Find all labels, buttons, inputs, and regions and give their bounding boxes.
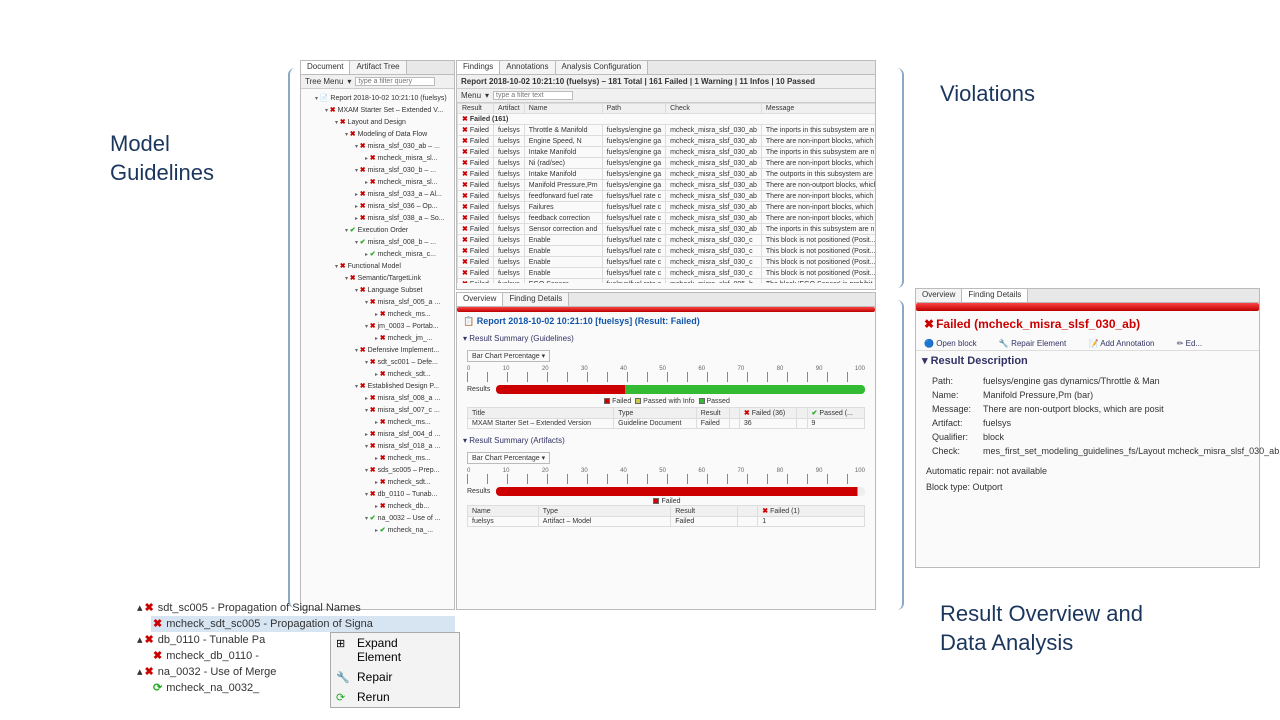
table-row[interactable]: ✖FailedfuelsysEnablefuelsys/fuel rate cm… bbox=[458, 246, 876, 257]
bar-chart-select-2[interactable]: Bar Chart Percentage ▾ bbox=[467, 452, 550, 464]
details-redbar bbox=[916, 303, 1259, 311]
report-title: 📋 Report 2018-10-02 10:21:10 [fuelsys] (… bbox=[457, 312, 875, 331]
details-tab-finding[interactable]: Finding Details bbox=[962, 289, 1028, 302]
table-row[interactable]: ✖FailedfuelsysNi (rad/sec)fuelsys/engine… bbox=[458, 158, 876, 169]
tree-body[interactable]: 📄Report 2018-10-02 10:21:10 (fuelsys) ✖M… bbox=[301, 89, 454, 541]
open-block-link[interactable]: 🔵 Open block bbox=[924, 339, 987, 348]
block-type: Block type: Outport bbox=[916, 480, 1259, 494]
details-panel: Overview Finding Details ✖Failed (mcheck… bbox=[915, 288, 1260, 568]
annot-result-overview: Result Overview and Data Analysis bbox=[940, 600, 1143, 657]
sec-artifacts[interactable]: Result Summary (Artifacts) bbox=[457, 433, 875, 448]
zoom-row[interactable]: ▴✖sdt_sc005 - Propagation of Signal Name… bbox=[135, 600, 455, 616]
wrench-icon: 🔧 bbox=[336, 671, 350, 684]
tree-tabs: Document Artifact Tree bbox=[301, 61, 454, 75]
auto-repair: Automatic repair: not available bbox=[916, 462, 1259, 480]
sec-guidelines[interactable]: Result Summary (Guidelines) bbox=[457, 331, 875, 346]
table-row[interactable]: ✖FailedfuelsysEnablefuelsys/fuel rate cm… bbox=[458, 257, 876, 268]
tree-menu-label[interactable]: Tree Menu bbox=[305, 77, 343, 86]
details-tab-overview[interactable]: Overview bbox=[916, 289, 962, 302]
table-row[interactable]: ✖FailedfuelsysIntake Manifoldfuelsys/eng… bbox=[458, 147, 876, 158]
ctx-rerun[interactable]: ⟳Rerun bbox=[331, 687, 459, 707]
tab-artifact-tree[interactable]: Artifact Tree bbox=[350, 61, 406, 74]
sec-result-desc[interactable]: Result Description bbox=[916, 351, 1259, 370]
overview-tab-overview[interactable]: Overview bbox=[457, 293, 503, 306]
table-row[interactable]: ✖FailedfuelsysEnablefuelsys/fuel rate cm… bbox=[458, 235, 876, 246]
table-row[interactable]: ✖Failedfuelsysfeedforward fuel ratefuels… bbox=[458, 191, 876, 202]
findings-panel: Findings Annotations Analysis Configurat… bbox=[456, 60, 876, 290]
details-kv: Path:fuelsys/engine gas dynamics/Throttl… bbox=[926, 374, 1280, 458]
edit-link[interactable]: ✏ Ed... bbox=[1177, 339, 1212, 348]
findings-header: Report 2018-10-02 10:21:10 (fuelsys) – 1… bbox=[457, 75, 875, 89]
table-row[interactable]: ✖FailedfuelsysManifold Pressure,Pmfuelsy… bbox=[458, 180, 876, 191]
table-row[interactable]: ✖FailedfuelsysEGO Sensorfuelsys/fuel rat… bbox=[458, 279, 876, 284]
tab-document[interactable]: Document bbox=[301, 61, 350, 74]
artifacts-table: NameTypeResult✖Failed (1) fuelsysArtifac… bbox=[467, 505, 865, 527]
tab-annotations[interactable]: Annotations bbox=[500, 61, 555, 74]
table-row[interactable]: ✖FailedfuelsysFailuresfuelsys/fuel rate … bbox=[458, 202, 876, 213]
tab-findings[interactable]: Findings bbox=[457, 61, 500, 74]
table-row[interactable]: ✖FailedfuelsysEngine Speed, Nfuelsys/eng… bbox=[458, 136, 876, 147]
ctx-repair[interactable]: 🔧Repair bbox=[331, 667, 459, 687]
repair-element-link[interactable]: 🔧 Repair Element bbox=[999, 339, 1076, 348]
tab-config[interactable]: Analysis Configuration bbox=[556, 61, 649, 74]
brace-bottom-right bbox=[890, 300, 904, 610]
overview-panel: Overview Finding Details 📋 Report 2018-1… bbox=[456, 292, 876, 610]
overview-tab-details[interactable]: Finding Details bbox=[503, 293, 569, 306]
add-annotation-link[interactable]: 📝 Add Annotation bbox=[1088, 339, 1164, 348]
table-row[interactable]: ✖FailedfuelsysEnablefuelsys/fuel rate cm… bbox=[458, 268, 876, 279]
artifacts-bar bbox=[496, 487, 865, 496]
expand-icon: ⊞ bbox=[336, 637, 345, 650]
findings-table: ResultArtifactName PathCheckMessage ✖Fai… bbox=[457, 103, 875, 283]
findings-filter-input[interactable] bbox=[493, 91, 573, 100]
tree-panel: Document Artifact Tree Tree Menu ▾ 📄Repo… bbox=[300, 60, 455, 610]
findings-table-wrap[interactable]: ResultArtifactName PathCheckMessage ✖Fai… bbox=[457, 103, 875, 283]
details-toolbar: 🔵 Open block 🔧 Repair Element 📝 Add Anno… bbox=[916, 337, 1259, 351]
table-row[interactable]: ✖Failedfuelsysfeedback correctionfuelsys… bbox=[458, 213, 876, 224]
table-row[interactable]: ✖FailedfuelsysSensor correction andfuels… bbox=[458, 224, 876, 235]
tree-filter-input[interactable] bbox=[355, 77, 435, 86]
ctx-expand-element[interactable]: ⊞Expand Element bbox=[331, 633, 459, 667]
table-row[interactable]: ✖FailedfuelsysIntake Manifoldfuelsys/eng… bbox=[458, 169, 876, 180]
findings-menu[interactable]: Menu bbox=[461, 91, 481, 100]
annot-model-guidelines: Model Guidelines bbox=[110, 130, 214, 187]
context-menu: ⊞Expand Element 🔧Repair ⟳Rerun bbox=[330, 632, 460, 708]
annot-violations: Violations bbox=[940, 80, 1035, 109]
fail-title: ✖Failed (mcheck_misra_slsf_030_ab) bbox=[916, 311, 1259, 337]
table-row[interactable]: ✖FailedfuelsysThrottle & Manifoldfuelsys… bbox=[458, 125, 876, 136]
guidelines-table: TitleTypeResult✖Failed (36)✔Passed (... … bbox=[467, 407, 865, 429]
bar-chart-select[interactable]: Bar Chart Percentage ▾ bbox=[467, 350, 550, 362]
rerun-icon: ⟳ bbox=[336, 691, 345, 704]
brace-top-right bbox=[890, 68, 904, 288]
tree-toolbar: Tree Menu ▾ bbox=[301, 75, 454, 89]
zoom-row-selected[interactable]: ✖mcheck_sdt_sc005 - Propagation of Signa bbox=[151, 616, 455, 632]
guidelines-bar bbox=[496, 385, 865, 394]
